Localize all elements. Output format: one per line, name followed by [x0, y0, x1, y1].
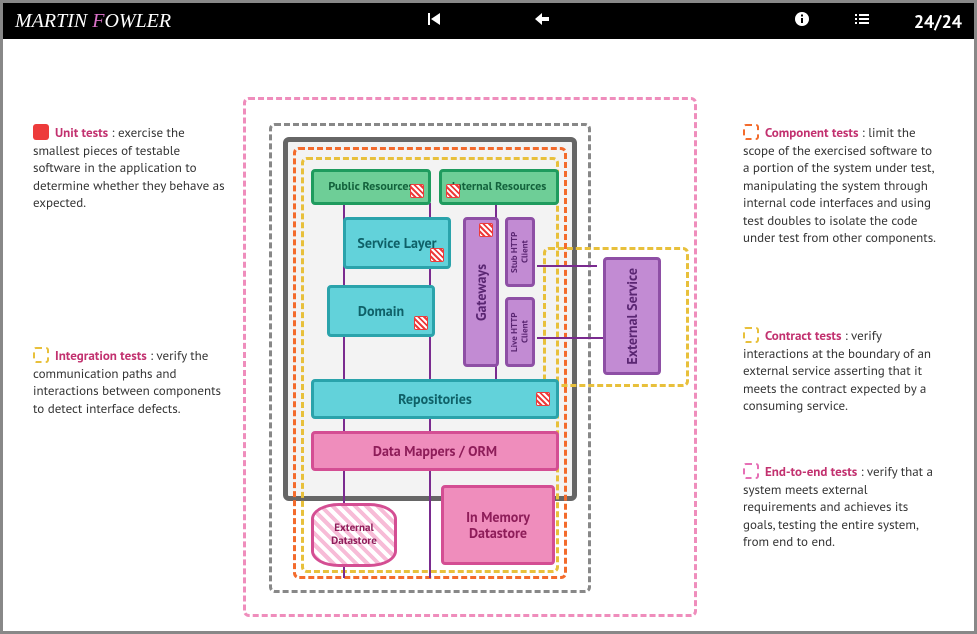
label-external-datastore: External Datastore	[314, 522, 394, 547]
box-public-resources: Public Resources	[311, 169, 431, 205]
swatch-component-icon	[743, 124, 759, 140]
label-external-service: External Service	[624, 268, 640, 365]
app-window: MARTIN FOWLER 24/24 Unit tests : exercis…	[0, 0, 977, 634]
brand-part-owler: OWLER	[104, 10, 171, 32]
label-stub-http: Stub HTTP Client	[510, 220, 531, 284]
legend-component-title: Component tests	[765, 124, 858, 141]
unit-marker-icon	[446, 184, 460, 198]
legend-component: Component tests : limit the scope of the…	[743, 124, 938, 247]
legend-component-desc: : limit the scope of the exercised softw…	[743, 124, 936, 246]
topbar-right: 24/24	[794, 10, 962, 33]
box-gateways: Gateways	[463, 217, 499, 367]
unit-marker-icon	[410, 184, 424, 198]
box-internal-resources: Internal Resources	[439, 169, 559, 205]
architecture-diagram: Public Resources Internal Resources Serv…	[243, 97, 697, 617]
unit-marker-icon	[430, 248, 444, 262]
label-domain: Domain	[358, 303, 404, 319]
content-area: Unit tests : exercise the smallest piece…	[3, 39, 974, 631]
label-internal-resources: Internal Resources	[452, 180, 547, 194]
legend-e2e: End-to-end tests : verify that a system …	[743, 463, 938, 551]
box-external-datastore: External Datastore	[311, 503, 397, 567]
label-in-memory: In Memory Datastore	[444, 509, 552, 541]
unit-marker-icon	[536, 392, 550, 406]
swatch-e2e-icon	[743, 463, 759, 479]
unit-marker-icon	[414, 316, 428, 330]
label-service-layer: Service Layer	[357, 235, 436, 251]
legend-contract-title: Contract tests	[765, 327, 841, 344]
legend-integration-title: Integration tests	[55, 347, 147, 364]
brand-part-martin: MARTIN	[15, 10, 92, 32]
legend-contract: Contract tests : verify interactions at …	[743, 327, 938, 415]
legend-unit-title: Unit tests	[55, 124, 108, 141]
line-h-stub	[537, 265, 597, 267]
topbar: MARTIN FOWLER 24/24	[3, 3, 974, 39]
legend-integration: Integration tests : verify the communica…	[33, 347, 228, 417]
label-live-http: Live HTTP Client	[510, 300, 531, 364]
box-service-layer: Service Layer	[343, 217, 451, 269]
info-icon[interactable]	[794, 11, 810, 32]
box-live-http: Live HTTP Client	[505, 297, 535, 367]
box-stub-http: Stub HTTP Client	[505, 217, 535, 287]
swatch-contract-icon	[743, 327, 759, 343]
label-public-resources: Public Resources	[328, 180, 413, 194]
swatch-integration-icon	[33, 347, 49, 363]
legend-unit: Unit tests : exercise the smallest piece…	[33, 124, 228, 212]
nav-controls	[427, 11, 551, 32]
first-slide-icon[interactable]	[427, 11, 443, 32]
box-in-memory: In Memory Datastore	[441, 485, 555, 565]
box-domain: Domain	[327, 285, 435, 337]
box-data-mappers: Data Mappers / ORM	[311, 431, 559, 471]
page: MARTIN FOWLER 24/24 Unit tests : exercis…	[3, 3, 974, 631]
page-counter: 24/24	[914, 10, 962, 33]
label-gateways: Gateways	[473, 264, 489, 321]
box-repositories: Repositories	[311, 379, 559, 419]
box-external-service: External Service	[603, 257, 661, 375]
swatch-unit-icon	[33, 124, 49, 140]
brand-logo[interactable]: MARTIN FOWLER	[15, 10, 171, 33]
legend-e2e-title: End-to-end tests	[765, 463, 857, 480]
label-data-mappers: Data Mappers / ORM	[373, 443, 497, 459]
brand-part-f: F	[92, 10, 104, 32]
label-repositories: Repositories	[398, 391, 472, 407]
unit-marker-icon	[479, 223, 493, 237]
list-icon[interactable]	[854, 11, 870, 32]
back-icon[interactable]	[533, 11, 551, 32]
